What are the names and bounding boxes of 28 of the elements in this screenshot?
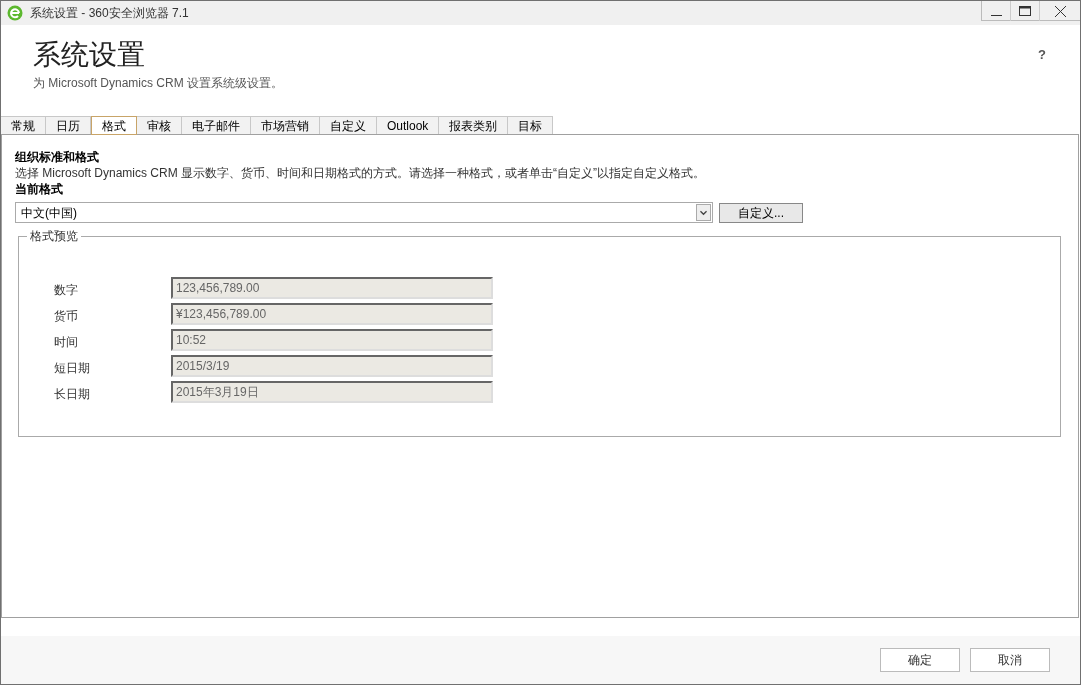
- preview-field[interactable]: 2015年3月19日: [171, 381, 493, 403]
- field-label: 货币: [53, 308, 79, 325]
- close-icon: [1054, 5, 1066, 17]
- customize-button[interactable]: 自定义...: [719, 202, 803, 223]
- preview-field[interactable]: 123,456,789.00: [171, 277, 493, 299]
- field-label: 时间: [53, 334, 79, 351]
- field-label: 长日期: [53, 386, 91, 403]
- minimize-icon: [990, 15, 1002, 16]
- tab[interactable]: Outlook: [377, 116, 440, 135]
- browser-logo-icon: [7, 5, 23, 21]
- dialog-button[interactable]: 确定: [880, 648, 960, 672]
- maximize-icon: [1019, 6, 1031, 16]
- tab[interactable]: 格式: [91, 116, 137, 135]
- preview-field[interactable]: ¥123,456,789.00: [171, 303, 493, 325]
- window-title: 系统设置 - 360安全浏览器 7.1: [30, 5, 189, 22]
- preview-field[interactable]: 2015/3/19: [171, 355, 493, 377]
- format-preview-legend: 格式预览: [27, 228, 81, 244]
- field-label: 数字: [53, 282, 79, 299]
- field-label: 短日期: [53, 360, 91, 377]
- dialog-button[interactable]: 取消: [970, 648, 1050, 672]
- page-subtitle: 为 Microsoft Dynamics CRM 设置系统级设置。: [33, 75, 283, 92]
- section-description: 选择 Microsoft Dynamics CRM 显示数字、货币、时间和日期格式的方式。请选择一种格式，或者单击“自定义”以指定自定义格式。: [15, 165, 706, 181]
- format-dropdown[interactable]: 中文(中国): [15, 202, 713, 223]
- section-heading: 组织标准和格式: [15, 149, 100, 165]
- preview-field[interactable]: 10:52: [171, 329, 493, 351]
- current-format-label: 当前格式: [15, 181, 64, 197]
- page-title: 系统设置: [33, 38, 146, 72]
- help-button[interactable]: ?: [1038, 45, 1046, 65]
